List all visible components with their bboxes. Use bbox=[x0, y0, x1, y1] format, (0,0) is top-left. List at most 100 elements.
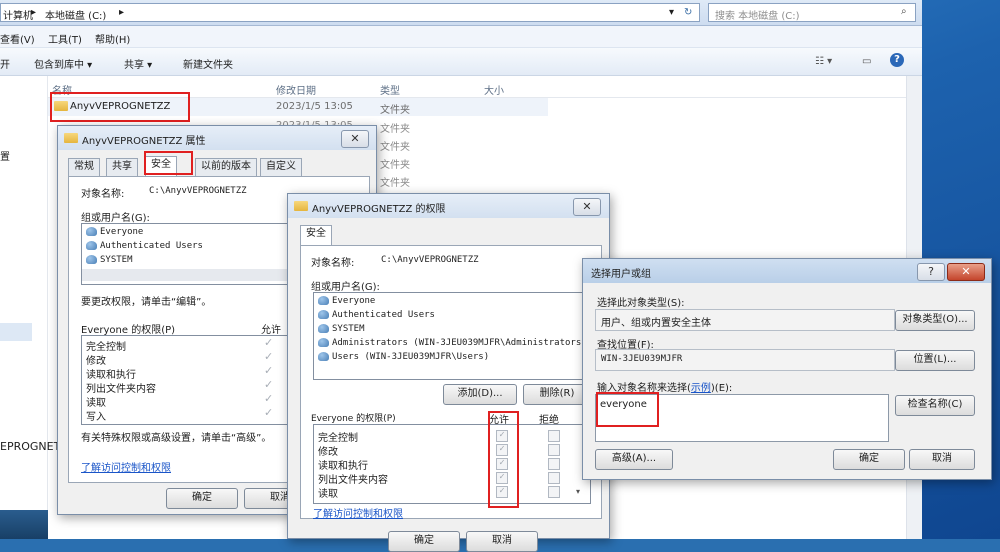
search-placeholder: 搜索 本地磁盘 (C:) bbox=[715, 11, 800, 22]
search-icon[interactable]: ⌕ bbox=[901, 6, 907, 17]
perm-item: 完全控制 bbox=[318, 433, 358, 444]
list-item[interactable]: Everyone bbox=[86, 227, 143, 237]
access-control-link[interactable]: 了解访问控制和权限 bbox=[313, 505, 403, 520]
command-bar: 开 包含到库中 ▾ 共享 ▾ 新建文件夹 ☷ ▾ ▭ ? bbox=[0, 48, 922, 76]
perm-item: 读取和执行 bbox=[318, 461, 368, 472]
ok-button[interactable]: 确定 bbox=[833, 449, 905, 470]
nav-item[interactable]: 置 bbox=[0, 148, 10, 163]
horizontal-scrollbar[interactable] bbox=[82, 269, 290, 281]
navigation-pane: 置 bbox=[0, 76, 48, 539]
object-name-label: 对象名称: bbox=[311, 258, 355, 269]
list-item[interactable]: SYSTEM bbox=[318, 324, 365, 334]
object-type-label: 选择此对象类型(S): bbox=[597, 298, 685, 309]
list-item[interactable]: Authenticated Users bbox=[318, 310, 435, 320]
file-type: 文件夹 bbox=[380, 178, 410, 189]
perm-item: 读取 bbox=[318, 489, 338, 500]
scroll-down-icon[interactable]: ▾ bbox=[576, 487, 580, 496]
permissions-panel: 对象名称: C:\AnyvVEPROGNETZZ 组或用户名(G): Every… bbox=[300, 245, 602, 520]
help-icon[interactable]: ? bbox=[917, 263, 945, 281]
locations-button[interactable]: 位置(L)... bbox=[895, 350, 975, 371]
view-options-icon[interactable]: ☷ ▾ bbox=[815, 56, 832, 67]
file-type: 文件夹 bbox=[380, 142, 410, 153]
breadcrumb-arrow-icon[interactable]: ▸ bbox=[31, 7, 36, 18]
col-size[interactable]: 大小 bbox=[484, 82, 504, 97]
file-type: 文件夹 bbox=[380, 160, 410, 171]
access-control-link[interactable]: 了解访问控制和权限 bbox=[81, 459, 171, 474]
tab-sharing[interactable]: 共享 bbox=[106, 158, 138, 176]
tab-security[interactable]: 安全 bbox=[300, 225, 332, 245]
close-icon[interactable]: ✕ bbox=[341, 130, 369, 148]
user-icon bbox=[86, 227, 97, 236]
breadcrumb-arrow-icon[interactable]: ▸ bbox=[119, 7, 124, 18]
properties-tabs: 常规 共享 安全 以前的版本 自定义 bbox=[68, 156, 368, 176]
tab-general[interactable]: 常规 bbox=[68, 158, 100, 176]
highlight-box bbox=[144, 151, 193, 175]
deny-checkbox[interactable] bbox=[548, 486, 560, 498]
permissions-label: Everyone 的权限(P) bbox=[311, 414, 396, 424]
ok-button[interactable]: 确定 bbox=[166, 488, 238, 509]
nav-selected-item[interactable] bbox=[0, 323, 32, 341]
breadcrumb-computer[interactable]: 计算机 bbox=[3, 7, 33, 22]
menu-view[interactable]: 查看(V) bbox=[0, 31, 35, 46]
close-icon[interactable]: ✕ bbox=[573, 198, 601, 216]
col-date[interactable]: 修改日期 bbox=[276, 82, 316, 97]
check-icon: ✓ bbox=[264, 392, 274, 405]
users-list[interactable]: Everyone Authenticated Users SYSTEM Admi… bbox=[313, 292, 591, 380]
new-folder-button[interactable]: 新建文件夹 bbox=[183, 56, 233, 71]
list-item[interactable]: Authenticated Users bbox=[86, 241, 203, 251]
check-icon: ✓ bbox=[264, 364, 274, 377]
preview-pane-icon[interactable]: ▭ bbox=[862, 56, 871, 67]
perm-item: 写入 bbox=[86, 412, 106, 423]
object-types-button[interactable]: 对象类型(O)... bbox=[895, 310, 975, 331]
allow-label: 允许 bbox=[261, 325, 281, 336]
status-file-name: EPROGNET bbox=[0, 440, 61, 453]
deny-checkbox[interactable] bbox=[548, 472, 560, 484]
file-date: 2023/1/5 13:05 bbox=[276, 101, 353, 112]
help-icon[interactable]: ? bbox=[890, 53, 904, 67]
address-bar[interactable]: 计算机 ▸ 本地磁盘 (C:) ▸ ▾ ↻ bbox=[0, 3, 700, 22]
permissions-titlebar: AnyvVEPROGNETZZ 的权限 ✕ bbox=[288, 194, 609, 218]
location-field: WIN-3JEU039MJFR bbox=[595, 349, 895, 371]
cancel-button[interactable]: 取消 bbox=[466, 531, 538, 552]
add-button[interactable]: 添加(D)... bbox=[443, 384, 517, 405]
advanced-button[interactable]: 高级(A)... bbox=[595, 449, 673, 470]
tab-customize[interactable]: 自定义 bbox=[260, 158, 302, 176]
permissions-title: AnyvVEPROGNETZZ 的权限 bbox=[312, 204, 446, 215]
ok-button[interactable]: 确定 bbox=[388, 531, 460, 552]
check-names-button[interactable]: 检查名称(C) bbox=[895, 395, 975, 416]
col-type[interactable]: 类型 bbox=[380, 82, 400, 97]
cancel-button[interactable]: 取消 bbox=[909, 449, 975, 470]
examples-link[interactable]: 示例 bbox=[691, 383, 711, 394]
remove-button[interactable]: 删除(R) bbox=[523, 384, 591, 405]
list-item[interactable]: SYSTEM bbox=[86, 255, 133, 265]
file-type: 文件夹 bbox=[380, 124, 410, 135]
search-input[interactable]: 搜索 本地磁盘 (C:) ⌕ bbox=[708, 3, 916, 22]
tab-previous-versions[interactable]: 以前的版本 bbox=[195, 158, 257, 176]
perm-item: 读取 bbox=[86, 398, 106, 409]
object-name-value: C:\AnyvVEPROGNETZZ bbox=[149, 186, 247, 196]
breadcrumb-drive[interactable]: 本地磁盘 (C:) bbox=[45, 7, 106, 22]
folder-icon bbox=[64, 133, 78, 143]
object-type-field: 用户、组或内置安全主体 bbox=[595, 309, 895, 331]
list-item[interactable]: Administrators (WIN-3JEU039MJFR\Administ… bbox=[318, 338, 587, 348]
menu-help[interactable]: 帮助(H) bbox=[95, 31, 130, 46]
menu-bar: 查看(V) 工具(T) 帮助(H) bbox=[0, 26, 922, 48]
list-item[interactable]: Everyone bbox=[318, 296, 375, 306]
deny-checkbox[interactable] bbox=[548, 458, 560, 470]
deny-checkbox[interactable] bbox=[548, 444, 560, 456]
refresh-icon[interactable]: ↻ bbox=[684, 7, 692, 18]
include-library-button[interactable]: 包含到库中 ▾ bbox=[34, 56, 92, 71]
check-icon: ✓ bbox=[264, 406, 274, 419]
share-button[interactable]: 共享 ▾ bbox=[124, 56, 152, 71]
user-icon bbox=[318, 338, 329, 347]
object-name-label: 对象名称: bbox=[81, 189, 125, 200]
open-button[interactable]: 开 bbox=[0, 56, 10, 71]
deny-checkbox[interactable] bbox=[548, 430, 560, 442]
folder-icon bbox=[294, 201, 308, 211]
address-dropdown-icon[interactable]: ▾ bbox=[669, 7, 674, 18]
taskbar bbox=[0, 510, 48, 539]
list-item[interactable]: Users (WIN-3JEU039MJFR\Users) bbox=[318, 352, 489, 362]
users-list[interactable]: Everyone Authenticated Users SYSTEM bbox=[81, 223, 293, 285]
close-icon[interactable]: ✕ bbox=[947, 263, 985, 281]
menu-tools[interactable]: 工具(T) bbox=[48, 31, 82, 46]
